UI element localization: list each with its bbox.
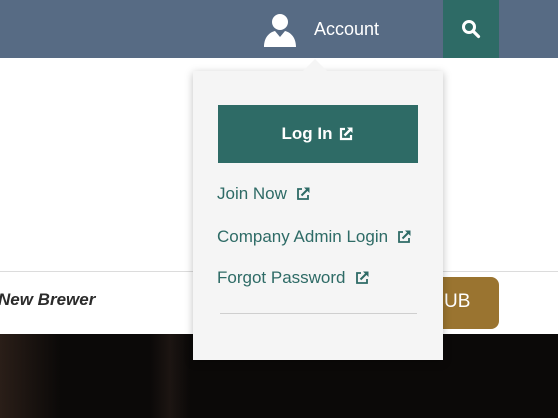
hero-image-shade bbox=[150, 334, 190, 418]
dropdown-caret bbox=[303, 59, 327, 71]
forgot-password-label: Forgot Password bbox=[217, 268, 346, 287]
search-button[interactable] bbox=[443, 0, 499, 58]
top-navigation-bar: Account bbox=[0, 0, 558, 58]
log-in-button[interactable]: Log In bbox=[218, 105, 418, 163]
account-dropdown: Log In Join Now Company Admin Login Forg… bbox=[193, 59, 443, 360]
account-menu-toggle[interactable]: Account bbox=[262, 0, 379, 58]
new-brewer-text: New Brewer bbox=[0, 290, 96, 309]
user-icon bbox=[264, 14, 296, 47]
company-admin-login-label: Company Admin Login bbox=[217, 227, 389, 246]
external-link-icon bbox=[340, 127, 353, 141]
company-admin-login-link[interactable]: Company Admin Login bbox=[217, 227, 412, 247]
join-now-link[interactable]: Join Now bbox=[217, 184, 311, 204]
search-icon bbox=[462, 20, 481, 39]
dropdown-divider bbox=[220, 313, 417, 314]
external-link-icon bbox=[398, 230, 411, 243]
forgot-password-link[interactable]: Forgot Password bbox=[217, 268, 370, 288]
external-link-icon bbox=[297, 187, 310, 200]
hero-image-shade bbox=[0, 334, 60, 418]
account-label: Account bbox=[314, 18, 380, 39]
club-button-label: UB bbox=[444, 291, 471, 312]
external-link-icon bbox=[355, 271, 368, 284]
log-in-label: Log In bbox=[281, 124, 333, 143]
join-now-label: Join Now bbox=[217, 184, 287, 203]
